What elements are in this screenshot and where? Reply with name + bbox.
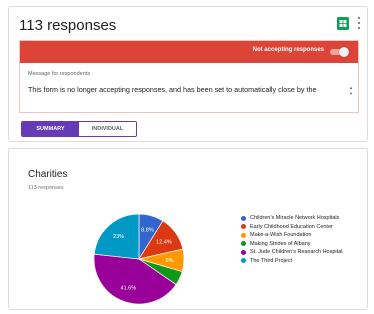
legend-swatch: [241, 249, 246, 255]
slice-label: 8.8%: [141, 228, 154, 234]
slice-label: 8%: [166, 258, 174, 264]
more-options-icon[interactable]: [355, 15, 363, 31]
question-title: Charities: [28, 169, 68, 180]
slice-label: 23%: [113, 234, 124, 240]
legend-label: Children's Miracle Network Hospitals: [250, 215, 340, 222]
legend-label: The Third Project: [250, 257, 293, 264]
legend-item: Making Strides of Albany: [241, 240, 342, 249]
question-summary-card: Charities 113 responses 8.8% 12.4% 8% 41.6%…: [8, 148, 368, 310]
legend-item: Make-a-Wish Foundation: [241, 231, 342, 240]
message-label: Message for respondents: [28, 71, 91, 77]
legend-label: St. Jude Children's Research Hospital: [250, 249, 343, 256]
legend-swatch: [241, 241, 246, 247]
accepting-responses-toggle[interactable]: [330, 47, 349, 57]
legend-swatch: [241, 258, 246, 264]
pie-chart: 8.8%12.4% 8% 41.6% 23%: [93, 213, 185, 305]
view-tabs: SUMMARY INDIVIDUAL: [21, 121, 137, 137]
status-label: Not accepting responses: [252, 47, 324, 53]
legend-item: Early Childhood Education Center: [241, 223, 342, 232]
legend-item: St. Jude Children's Research Hospital: [241, 248, 342, 257]
legend-item: Children's Miracle Network Hospitals: [241, 214, 342, 223]
legend-swatch: [241, 215, 246, 221]
legend-label: Early Childhood Education Center: [250, 223, 333, 230]
responses-title: 113 responses: [19, 17, 117, 34]
slice-label: 12.4%: [156, 239, 172, 245]
chart-legend: Children's Miracle Network Hospitals Earl…: [241, 214, 342, 265]
responses-card: 113 responses Not accepting responses Me…: [8, 6, 368, 142]
tab-individual[interactable]: INDIVIDUAL: [79, 122, 136, 136]
question-response-count: 113 responses: [28, 185, 64, 191]
message-input[interactable]: This form is no longer accepting respons…: [28, 85, 346, 94]
slice-label: 41.6%: [121, 286, 137, 292]
textarea-scroll-icon[interactable]: ▲ ▼: [348, 85, 354, 97]
sheets-icon[interactable]: [337, 17, 349, 30]
legend-item: The Third Project: [241, 257, 342, 266]
tab-summary[interactable]: SUMMARY: [22, 122, 79, 136]
legend-label: Make-a-Wish Foundation: [250, 232, 312, 239]
legend-label: Making Strides of Albany: [250, 240, 311, 247]
accepting-responses-panel: Not accepting responses Message for resp…: [19, 40, 359, 113]
legend-swatch: [241, 224, 246, 230]
status-bar: Not accepting responses: [20, 41, 358, 63]
legend-swatch: [241, 232, 246, 238]
